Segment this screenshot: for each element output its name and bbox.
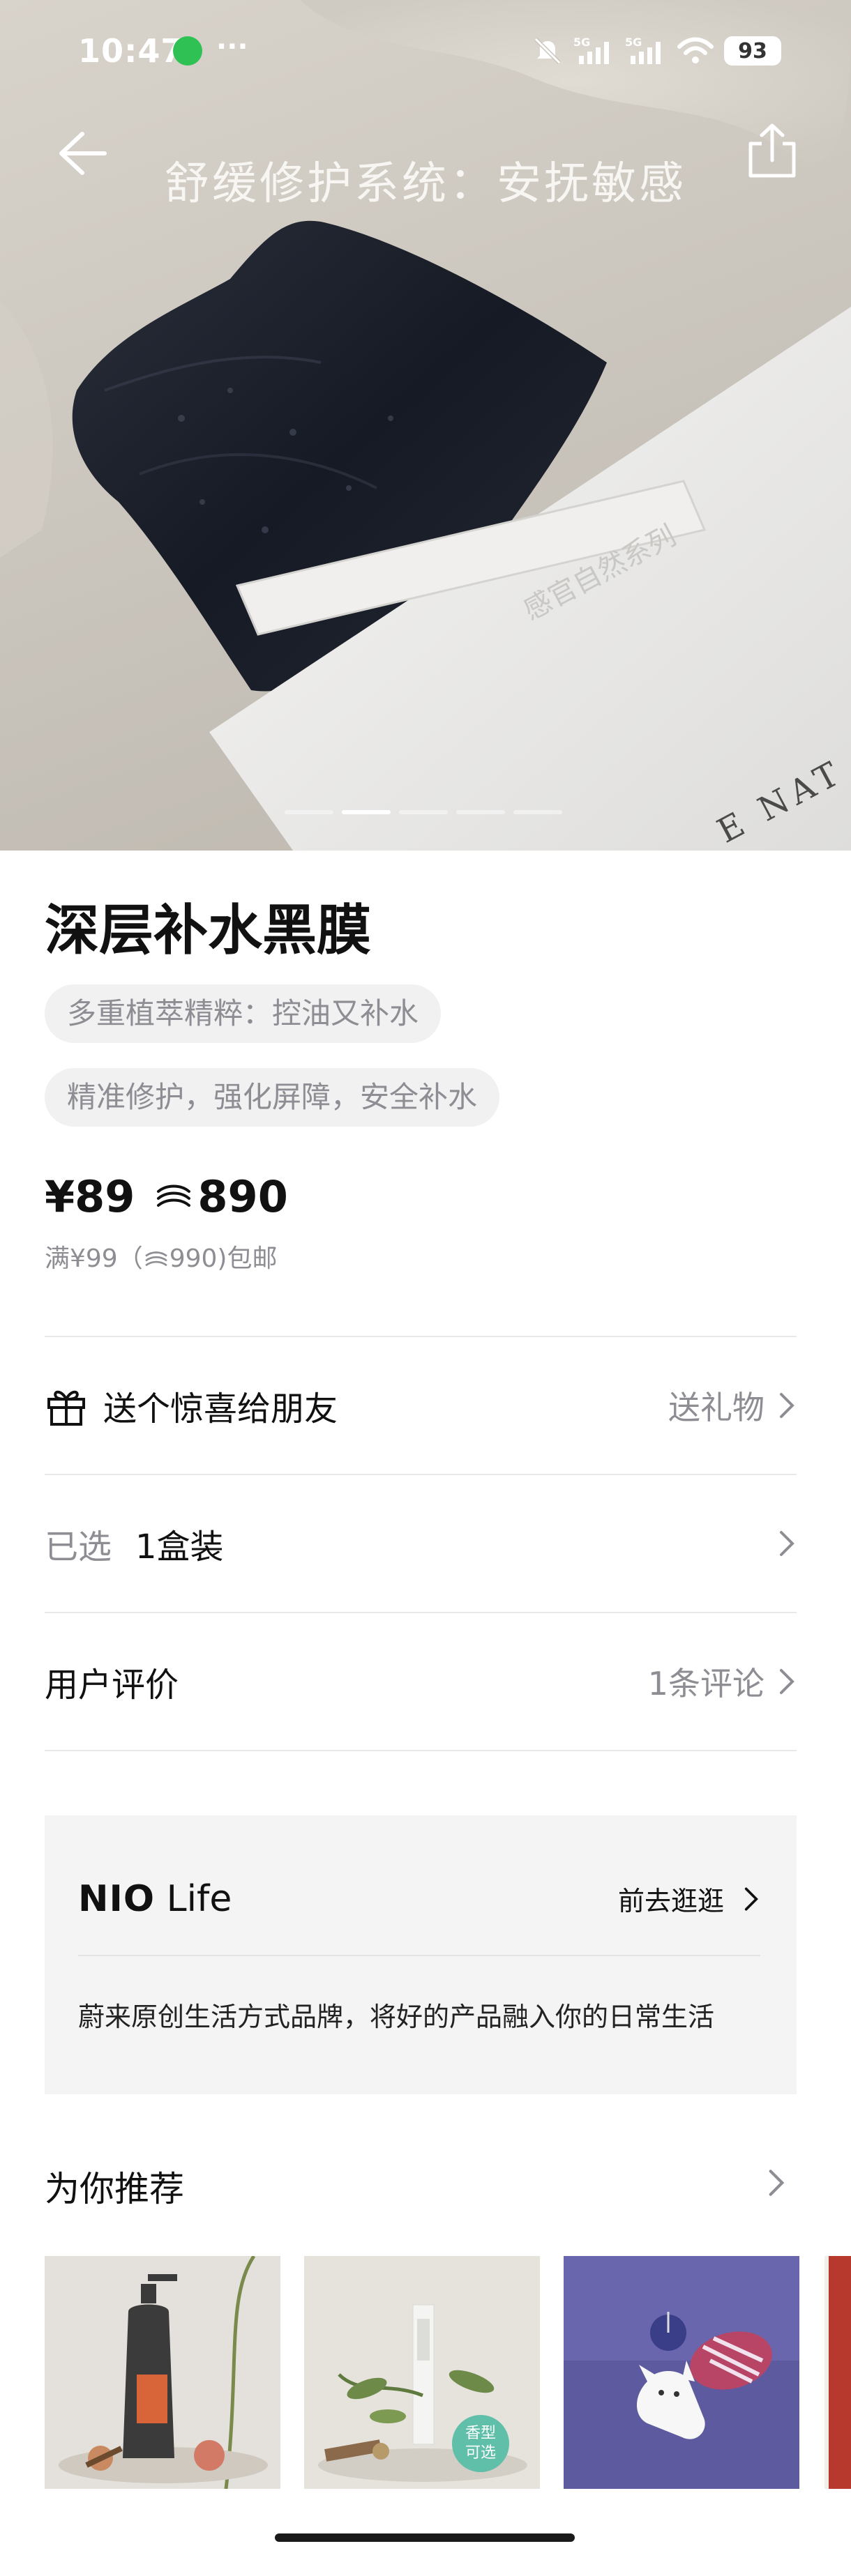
hero-title: 舒缓修护系统：安抚敏感 bbox=[165, 158, 686, 210]
spec-select-row[interactable]: 已选 1盒装 bbox=[45, 1475, 797, 1612]
nio-points-icon bbox=[157, 1184, 191, 1207]
logo-main: NIO bbox=[78, 1878, 156, 1920]
gift-icon bbox=[47, 1390, 85, 1426]
carousel-dot-active[interactable] bbox=[342, 810, 391, 814]
visit-store-link[interactable]: 前去逛逛 bbox=[618, 1880, 760, 1918]
price-row: ¥89 890 bbox=[45, 1171, 288, 1222]
home-indicator[interactable] bbox=[275, 2533, 575, 2542]
carousel-dot[interactable] bbox=[399, 810, 448, 814]
recommend-card-1[interactable] bbox=[45, 2256, 280, 2489]
chevron-right-icon bbox=[780, 1531, 794, 1556]
scent-options-badge: 香型 可选 bbox=[452, 2415, 509, 2472]
carousel-dot[interactable] bbox=[513, 810, 562, 814]
carousel-dot[interactable] bbox=[285, 810, 333, 814]
gift-row[interactable]: 送个惊喜给朋友 送礼物 bbox=[45, 1337, 797, 1474]
wechat-notification-icon bbox=[173, 36, 202, 66]
battery-indicator: 93 bbox=[724, 36, 781, 66]
recommend-more-chevron-icon[interactable] bbox=[766, 2165, 787, 2200]
product-hero-image[interactable]: 感官自然系列 E NAT 10:47 ··· 5G 5G 93 舒缓修护系统：安… bbox=[0, 0, 851, 851]
signal-5g-icon: 5G bbox=[573, 36, 609, 64]
product-tag-1: 多重植萃精粹：控油又补水 bbox=[45, 984, 442, 1043]
product-name: 深层补水黑膜 bbox=[45, 899, 372, 962]
shipping-note: 满¥99（ 990)包邮 bbox=[45, 1238, 277, 1274]
badge-line-1: 香型 bbox=[465, 2425, 496, 2442]
send-gift-link[interactable]: 送礼物 bbox=[668, 1382, 765, 1428]
product-tag-2: 精准修护，强化屏障，安全补水 bbox=[45, 1068, 500, 1127]
brand-divider bbox=[78, 1955, 760, 1956]
gift-label: 送个惊喜给朋友 bbox=[103, 1389, 338, 1428]
reviews-row[interactable]: 用户评价 1条评论 bbox=[45, 1613, 797, 1750]
recommend-card-3[interactable] bbox=[564, 2256, 799, 2489]
mute-icon bbox=[534, 37, 562, 65]
divider bbox=[45, 1750, 797, 1751]
selected-spec: 1盒装 bbox=[135, 1527, 224, 1567]
chevron-right-icon bbox=[780, 1393, 794, 1418]
shampoo-bottle-image bbox=[45, 2256, 280, 2489]
recommend-title: 为你推荐 bbox=[45, 2169, 184, 2209]
more-notifications-icon: ··· bbox=[216, 31, 248, 63]
reviews-label: 用户评价 bbox=[45, 1666, 179, 1705]
wifi-icon bbox=[677, 37, 714, 63]
price-rmb: ¥89 bbox=[45, 1171, 135, 1222]
logo-sub: Life bbox=[166, 1878, 232, 1920]
chevron-right-icon bbox=[780, 1669, 794, 1694]
carousel-dot[interactable] bbox=[456, 810, 505, 814]
hero-photo: 感官自然系列 E NAT bbox=[0, 0, 851, 851]
visit-store-label: 前去逛逛 bbox=[617, 1886, 724, 1916]
brand-description: 蔚来原创生活方式品牌，将好的产品融入你的日常生活 bbox=[78, 2002, 715, 2032]
shipping-text: 满¥99（ bbox=[45, 1244, 143, 1273]
signal-5g-icon-2: 5G bbox=[625, 36, 661, 64]
status-icons: 5G 5G 93 bbox=[532, 33, 781, 68]
selected-label: 已选 bbox=[45, 1527, 112, 1567]
reviews-count: 1条评论 bbox=[647, 1665, 765, 1702]
status-time: 10:47 bbox=[78, 32, 184, 70]
net-label: 5G bbox=[573, 36, 590, 49]
recommend-card-2[interactable]: 香型 可选 bbox=[304, 2256, 540, 2489]
cat-toy-image bbox=[564, 2256, 799, 2489]
chevron-right-icon bbox=[744, 1887, 758, 1910]
recommend-card-4-partial[interactable] bbox=[824, 2256, 851, 2489]
shipping-points-text: 990)包邮 bbox=[169, 1244, 278, 1273]
price-points: 890 bbox=[154, 1171, 288, 1222]
brand-card[interactable]: NIO Life 前去逛逛 蔚来原创生活方式品牌，将好的产品融入你的日常生活 bbox=[45, 1815, 797, 2094]
badge-line-2: 可选 bbox=[465, 2444, 496, 2462]
nio-life-logo: NIO Life bbox=[78, 1878, 232, 1920]
status-bar: 10:47 ··· 5G 5G 93 bbox=[0, 0, 851, 105]
carousel-indicator[interactable] bbox=[285, 810, 562, 814]
product-image-partial bbox=[824, 2256, 851, 2489]
nio-points-icon-small bbox=[144, 1251, 167, 1267]
points-value: 890 bbox=[197, 1171, 288, 1222]
net-label-2: 5G bbox=[625, 36, 642, 49]
